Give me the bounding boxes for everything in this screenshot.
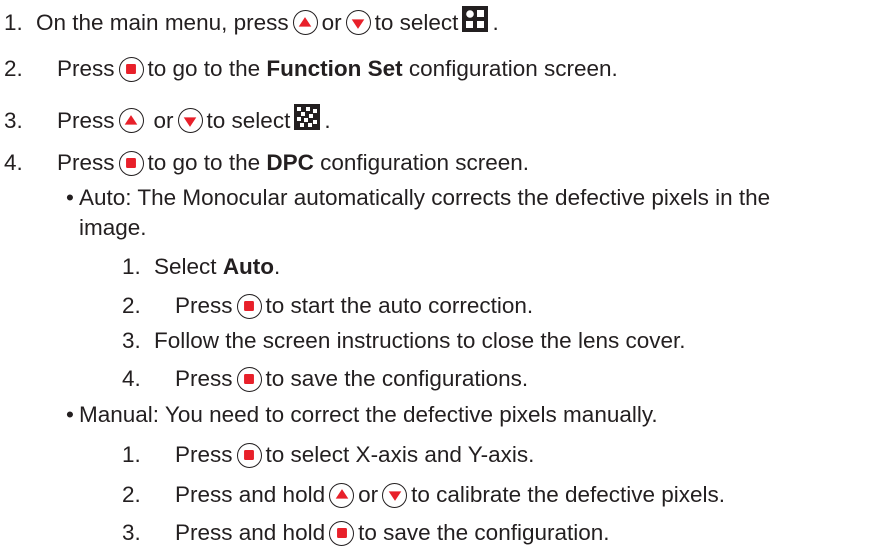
step-text: Press to save the configurations. — [175, 366, 529, 392]
step-text: On the main menu, press or to select . — [36, 6, 499, 39]
menu-confirm-button-icon — [118, 56, 144, 82]
menu-confirm-button-icon — [236, 442, 262, 468]
auto-step-2: 2. Press to start the auto correction. — [122, 292, 533, 320]
manual-step-3: 3. Press and hold to save the configurat… — [122, 519, 610, 547]
bullet-auto-continued: image. — [79, 214, 147, 242]
step-number: 4. — [4, 150, 23, 175]
menu-confirm-button-icon — [329, 520, 355, 546]
manual-step-1: 1. Press to select X-axis and Y-axis. — [122, 441, 534, 469]
step-2: 2. Press to go to the Function Set confi… — [4, 55, 618, 83]
step-text: Press to select X-axis and Y-axis. — [175, 442, 535, 468]
step-text: Press or to select . — [57, 104, 331, 137]
step-number: 3. — [4, 107, 23, 133]
manual-step-2: 2. Press and hold or to calibrate the de… — [122, 481, 725, 509]
down-arrow-button-icon — [382, 482, 408, 508]
down-arrow-button-icon — [345, 10, 371, 35]
step-number: 3. — [122, 328, 141, 353]
dpc-pixel-icon — [294, 104, 321, 137]
auto-step-1: 1. Select Auto. — [122, 253, 280, 281]
step-text: Press and hold or to calibrate the defec… — [175, 482, 726, 508]
step-text: Press to go to the DPC configuration scr… — [57, 150, 530, 176]
step-text: Press to start the auto correction. — [175, 293, 534, 319]
step-number: 1. — [122, 254, 141, 279]
step-number: 4. — [122, 366, 141, 391]
step-number: 2. — [122, 482, 141, 507]
step-text: Select Auto. — [154, 254, 281, 279]
bullet-text: image. — [79, 215, 147, 240]
auto-step-3: 3. Follow the screen instructions to clo… — [122, 327, 686, 355]
bullet-manual: • Manual: You need to correct the defect… — [66, 401, 658, 429]
step-1: 1. On the main menu, press or to select … — [4, 6, 499, 39]
bullet-marker: • — [66, 185, 74, 210]
step-3: 3. Press or to select . — [4, 104, 331, 137]
up-arrow-button-icon — [118, 108, 144, 133]
step-number: 1. — [122, 442, 141, 467]
menu-confirm-button-icon — [236, 293, 262, 319]
step-number: 2. — [4, 56, 23, 81]
instructions-page: 1. On the main menu, press or to select … — [0, 0, 890, 546]
function-set-grid-icon — [462, 6, 489, 39]
bullet-text: Manual: You need to correct the defectiv… — [79, 402, 658, 427]
up-arrow-button-icon — [329, 482, 355, 508]
step-number: 3. — [122, 520, 141, 545]
bullet-auto: • Auto: The Monocular automatically corr… — [66, 184, 770, 212]
step-text: Press to go to the Function Set configur… — [57, 56, 618, 82]
menu-confirm-button-icon — [118, 150, 144, 176]
up-arrow-button-icon — [292, 10, 318, 35]
bullet-marker: • — [66, 402, 74, 427]
auto-step-4: 4. Press to save the configurations. — [122, 365, 528, 393]
bullet-text: Auto: The Monocular automatically correc… — [79, 185, 771, 210]
step-number: 2. — [122, 293, 141, 318]
menu-confirm-button-icon — [236, 366, 262, 392]
down-arrow-button-icon — [177, 108, 203, 133]
step-number: 1. — [4, 9, 23, 35]
step-text: Follow the screen instructions to close … — [154, 328, 686, 353]
step-text: Press and hold to save the configuration… — [175, 520, 610, 546]
step-4: 4. Press to go to the DPC configuration … — [4, 149, 529, 177]
